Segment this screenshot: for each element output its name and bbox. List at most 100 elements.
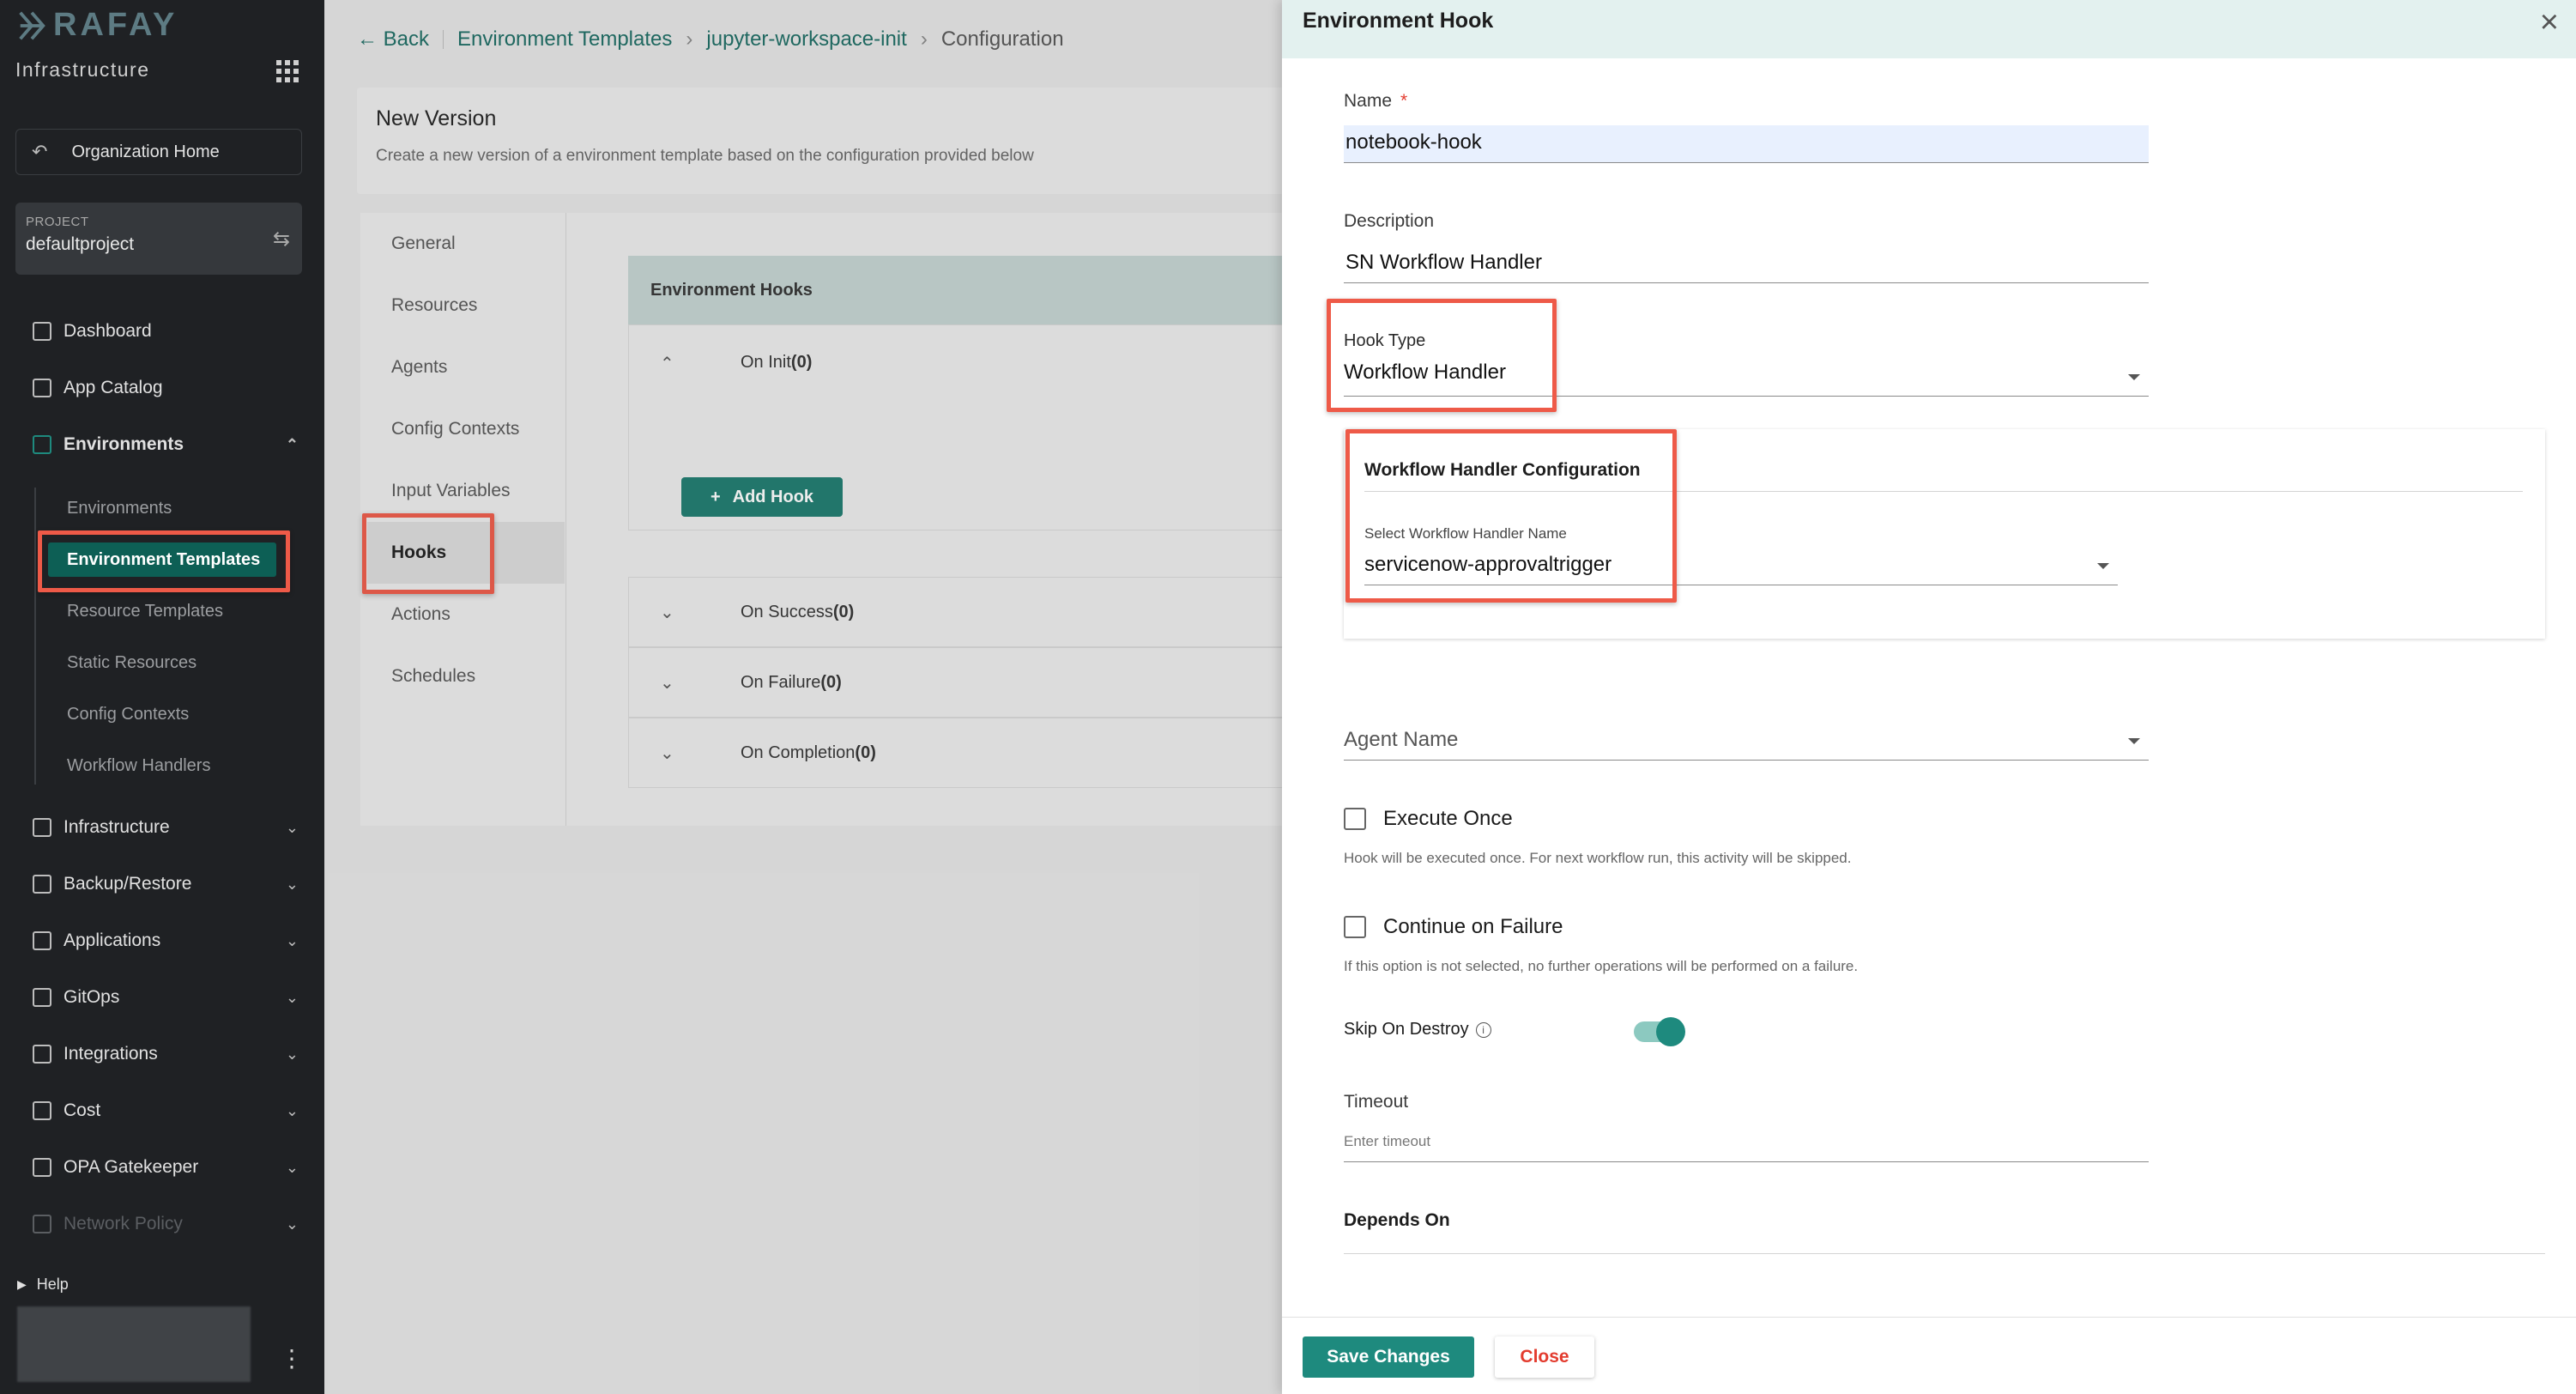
section-title: Infrastructure <box>15 58 150 81</box>
nav-opa-gatekeeper[interactable]: OPA Gatekeeper ⌄ <box>33 1150 299 1185</box>
toggle-knob <box>1656 1017 1685 1046</box>
nav-applications[interactable]: Applications ⌄ <box>33 924 299 958</box>
modal-backdrop[interactable] <box>324 0 1282 1394</box>
nav-integrations[interactable]: Integrations ⌄ <box>33 1037 299 1071</box>
depends-on-title: Depends On <box>1344 1210 1450 1230</box>
agent-name-placeholder: Agent Name <box>1344 728 1459 751</box>
chevron-down-icon: ⌄ <box>285 818 299 836</box>
info-icon[interactable]: i <box>1475 1021 1491 1038</box>
project-name: defaultproject <box>26 234 135 254</box>
opa-icon <box>33 1158 51 1177</box>
agent-name-select[interactable]: Agent Name <box>1344 719 2149 761</box>
dropdown-arrow-icon <box>2128 738 2140 744</box>
nav-app-catalog[interactable]: App Catalog <box>33 371 299 405</box>
backup-icon <box>33 875 51 894</box>
required-marker: * <box>1400 91 1408 111</box>
timeout-label: Timeout <box>1344 1092 1409 1112</box>
subnav-static-resources[interactable]: Static Resources <box>67 645 197 680</box>
description-label: Description <box>1344 211 1435 231</box>
subnav-environment-templates[interactable]: Environment Templates <box>48 542 276 577</box>
name-input[interactable]: notebook-hook <box>1344 125 2149 163</box>
subnav-resource-templates[interactable]: Resource Templates <box>67 594 223 628</box>
name-label: Name * <box>1344 91 1407 112</box>
triangle-right-icon: ▶ <box>17 1277 27 1291</box>
chevron-up-icon: ⌃ <box>285 435 299 453</box>
close-button[interactable]: Close <box>1495 1336 1594 1378</box>
dropdown-arrow-icon <box>2128 374 2140 380</box>
nav-backup-restore[interactable]: Backup/Restore ⌄ <box>33 867 299 901</box>
close-icon[interactable]: × <box>2540 5 2559 39</box>
execute-once-label: Execute Once <box>1383 807 1513 830</box>
nav-backup-restore-label: Backup/Restore <box>63 874 192 894</box>
brand-logo[interactable]: RAFAY <box>15 7 178 44</box>
skip-on-destroy-toggle[interactable] <box>1634 1017 1685 1046</box>
subnav-workflow-handlers[interactable]: Workflow Handlers <box>67 749 210 783</box>
environments-icon <box>33 435 51 454</box>
rafay-logo-icon <box>19 11 45 39</box>
apps-grid-icon[interactable] <box>276 60 299 82</box>
nav-cost-label: Cost <box>63 1100 101 1120</box>
cost-icon <box>33 1101 51 1120</box>
workflow-handler-select-value: servicenow-approvaltrigger <box>1364 553 1612 576</box>
dropdown-arrow-icon <box>2097 563 2109 569</box>
user-profile-blurred[interactable] <box>17 1306 251 1382</box>
continue-on-failure-help: If this option is not selected, no furth… <box>1344 958 1859 974</box>
back-arrow-icon: ↶ <box>32 141 48 162</box>
org-home-label: Organization Home <box>71 142 220 161</box>
workflow-handler-config-title: Workflow Handler Configuration <box>1364 460 1641 480</box>
execute-once-checkbox-row[interactable]: Execute Once <box>1344 807 1513 831</box>
nav-dashboard[interactable]: Dashboard <box>33 314 299 348</box>
kebab-menu-icon[interactable]: ⋮ <box>280 1344 304 1373</box>
chevron-down-icon: ⌄ <box>285 1045 299 1063</box>
nav-opa-gatekeeper-label: OPA Gatekeeper <box>63 1157 199 1177</box>
catalog-icon <box>33 379 51 397</box>
timeout-input[interactable]: Enter timeout <box>1344 1126 2149 1162</box>
description-input[interactable]: SN Workflow Handler <box>1344 242 2149 283</box>
nav-dashboard-label: Dashboard <box>63 321 152 341</box>
network-policy-icon <box>33 1215 51 1233</box>
nav-infrastructure-label: Infrastructure <box>63 817 170 837</box>
nav-network-policy[interactable]: Network Policy ⌄ <box>33 1207 299 1241</box>
nav-gitops-label: GitOps <box>63 987 120 1007</box>
execute-once-checkbox[interactable] <box>1344 808 1366 830</box>
applications-icon <box>33 931 51 950</box>
nav-gitops[interactable]: GitOps ⌄ <box>33 980 299 1015</box>
continue-on-failure-label: Continue on Failure <box>1383 915 1563 938</box>
workflow-handler-select[interactable]: servicenow-approvaltrigger <box>1364 544 2118 585</box>
chevron-down-icon: ⌄ <box>285 988 299 1006</box>
integrations-icon <box>33 1045 51 1064</box>
help-label: Help <box>36 1276 69 1293</box>
dashboard-icon <box>33 322 51 341</box>
continue-on-failure-checkbox-row[interactable]: Continue on Failure <box>1344 915 1563 939</box>
infrastructure-icon <box>33 818 51 837</box>
skip-on-destroy-row: Skip On Destroy i <box>1344 1020 1491 1039</box>
execute-once-help: Hook will be executed once. For next wor… <box>1344 850 1852 866</box>
nav-environments-label: Environments <box>63 434 184 454</box>
subnav-rail <box>34 488 36 785</box>
org-home-button[interactable]: ↶ Organization Home <box>15 129 302 175</box>
nav-infrastructure[interactable]: Infrastructure ⌄ <box>33 810 299 845</box>
subnav-config-contexts[interactable]: Config Contexts <box>67 697 189 731</box>
project-selector[interactable]: PROJECT defaultproject ⇆ <box>15 203 302 275</box>
environment-hook-drawer: Environment Hook × Name * notebook-hook D… <box>1282 0 2576 1394</box>
help-toggle[interactable]: ▶ Help <box>17 1276 69 1294</box>
swap-icon[interactable]: ⇆ <box>273 227 290 252</box>
divider <box>1364 491 2523 492</box>
chevron-down-icon: ⌄ <box>285 1158 299 1176</box>
chevron-down-icon: ⌄ <box>285 1101 299 1119</box>
skip-on-destroy-label: Skip On Destroy <box>1344 1020 1469 1039</box>
nav-environments[interactable]: Environments ⌃ <box>33 427 299 462</box>
chevron-down-icon: ⌄ <box>285 931 299 949</box>
drawer-footer: Save Changes Close <box>1282 1317 2576 1394</box>
sidebar: RAFAY Infrastructure ↶ Organization Home… <box>0 0 324 1394</box>
brand-name: RAFAY <box>53 7 178 43</box>
save-changes-button[interactable]: Save Changes <box>1303 1336 1474 1378</box>
workflow-handler-select-label: Select Workflow Handler Name <box>1364 525 1567 542</box>
hook-type-label: Hook Type <box>1344 331 1426 350</box>
divider <box>1344 1253 2545 1254</box>
hook-type-value: Workflow Handler <box>1344 361 1506 384</box>
subnav-environments[interactable]: Environments <box>67 491 172 525</box>
workflow-handler-config-card: Workflow Handler Configuration Select Wo… <box>1344 429 2545 639</box>
continue-on-failure-checkbox[interactable] <box>1344 916 1366 938</box>
nav-cost[interactable]: Cost ⌄ <box>33 1094 299 1128</box>
